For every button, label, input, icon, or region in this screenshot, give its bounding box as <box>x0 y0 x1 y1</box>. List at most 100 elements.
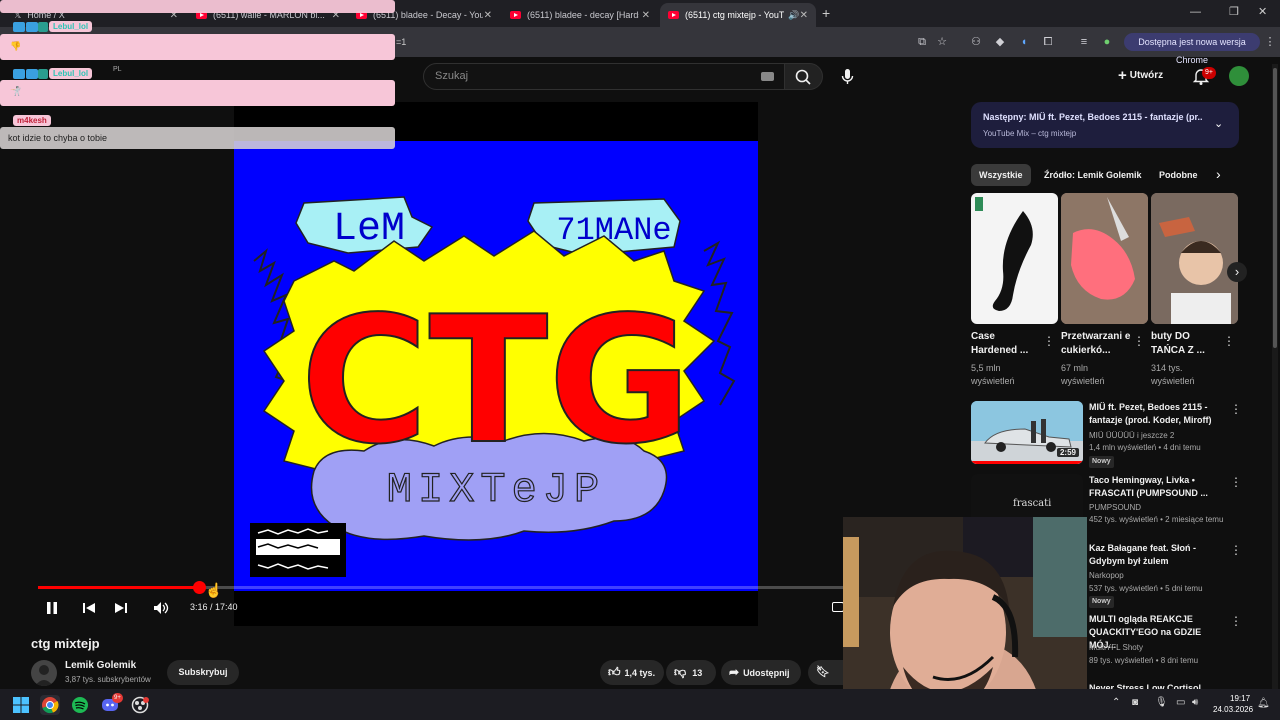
short-title[interactable]: Case Hardened ... <box>971 330 1041 358</box>
next-icon[interactable] <box>113 600 129 616</box>
save-button[interactable]: 🔖︎Za <box>808 660 844 702</box>
short-thumbnail[interactable] <box>1151 193 1238 324</box>
chat-username: Lebul_lol <box>49 68 93 79</box>
search-input[interactable]: Szukaj <box>423 63 785 90</box>
video-title[interactable]: Taco Hemingway, Livka • FRASCATI (PUMPSO… <box>1089 474 1219 500</box>
chrome-update-button[interactable]: Dostępna jest nowa wersja Chrome <box>1124 33 1260 65</box>
video-meta: 452 tys. wyświetleń • 2 miesiące temu <box>1089 515 1224 524</box>
channel-name[interactable]: Lemik Golemik <box>65 660 136 671</box>
view-label: wyświetleń <box>1061 376 1105 386</box>
address-bar-text[interactable]: =1 <box>396 37 406 47</box>
channel-avatar[interactable] <box>31 660 57 686</box>
chat-badge-icon <box>26 69 38 79</box>
keyboard-icon[interactable] <box>761 72 774 81</box>
youtube-icon <box>510 11 521 19</box>
video-title: ctg mixtejp <box>31 636 100 651</box>
media-control-icon[interactable]: ≡ <box>1076 34 1092 50</box>
maximize-button[interactable]: ❐ <box>1229 5 1239 18</box>
short-views: 67 mln wyświetleń <box>1061 362 1131 388</box>
video-title[interactable]: MIÜ ft. Pezet, Bedoes 2115 - fantazje (p… <box>1089 401 1219 427</box>
extension-icon[interactable]: ◆ <box>992 34 1008 50</box>
clock-date[interactable]: 24.03.2026 <box>1213 705 1253 714</box>
thumbs-down-icon: 👎︎ <box>674 665 687 679</box>
dislike-button[interactable]: 👎︎ 13 <box>666 660 716 685</box>
short-title[interactable]: buty DO TAŃCA Z ... <box>1151 330 1221 358</box>
close-icon[interactable]: ✕ <box>642 10 650 21</box>
more-options-icon[interactable]: ⋮ <box>1230 402 1242 416</box>
spotify-taskbar-icon[interactable] <box>70 695 90 715</box>
like-button[interactable]: 👍︎ 1,4 tys. <box>600 660 664 685</box>
volume-tray-icon[interactable]: 🔊︎ <box>1192 697 1198 708</box>
chat-badge-icon <box>26 22 38 32</box>
tab-5-active[interactable]: (6511) ctg mixtejp - YouTube 🔊 ✕ <box>660 3 816 27</box>
chip-all[interactable]: Wszystkie <box>971 164 1031 186</box>
more-options-icon[interactable]: ⋮ <box>1043 334 1055 348</box>
bookmark-star-icon[interactable]: ☆ <box>934 34 950 50</box>
chat-username: Lebul_lol <box>49 21 93 32</box>
seek-bar[interactable] <box>38 581 844 594</box>
discord-tray-icon[interactable]: ◙ <box>1132 697 1138 708</box>
close-icon[interactable]: ✕ <box>800 10 808 21</box>
channel-name[interactable]: MIÜ ÜÜÜÜÜ i jeszcze 2 <box>1089 430 1234 442</box>
chevron-right-icon[interactable]: › <box>1216 166 1221 182</box>
tab-4[interactable]: (6511) bladee - decay [Hardstyl ✕ <box>502 3 658 27</box>
install-app-icon[interactable]: ⧉ <box>914 34 930 50</box>
profile-icon[interactable]: ● <box>1099 34 1115 50</box>
chip-related[interactable]: Podobne <box>1151 164 1206 186</box>
short-thumbnail[interactable] <box>971 193 1058 324</box>
channel-name[interactable]: MultiYFL Shoty <box>1089 642 1234 654</box>
more-options-icon[interactable]: ⋮ <box>1230 543 1242 557</box>
chat-message-bg <box>0 0 395 13</box>
short-thumbnail[interactable] <box>1061 193 1148 324</box>
monitor-tray-icon[interactable]: ▭ <box>1176 697 1185 708</box>
like-count: 1,4 tys. <box>624 668 656 678</box>
thumbs-up-icon: 👍︎ <box>608 665 621 679</box>
account-avatar[interactable] <box>1229 66 1249 86</box>
extension-icon[interactable]: ⚇ <box>968 34 984 50</box>
more-options-icon[interactable]: ⋮ <box>1223 334 1235 348</box>
clock-time[interactable]: 19:17 <box>1230 694 1250 703</box>
video-thumbnail[interactable]: 2:59 <box>971 401 1083 464</box>
microphone-tray-icon[interactable]: 🎙︎ <box>1155 697 1168 708</box>
channel-name[interactable]: Narkopop <box>1089 570 1234 582</box>
scrollbar-thumb[interactable] <box>1273 68 1277 348</box>
new-tab-button[interactable]: + <box>822 5 830 21</box>
previous-icon[interactable] <box>81 600 97 616</box>
voice-search-button[interactable] <box>834 63 861 90</box>
more-options-icon[interactable]: ⋮ <box>1230 614 1242 628</box>
extension-icon[interactable]: ◖ <box>1016 34 1032 50</box>
short-title[interactable]: Przetwarzani e cukierkó... <box>1061 330 1131 358</box>
shorts-next-button[interactable]: › <box>1227 262 1247 282</box>
video-title[interactable]: Kaz Bałagane feat. Słoń - Gdybym był żul… <box>1089 542 1219 568</box>
extensions-puzzle-icon[interactable]: ⧠ <box>1040 34 1056 50</box>
more-options-icon[interactable]: ⋮ <box>1133 334 1145 348</box>
tray-overflow-icon[interactable]: ⌃ <box>1112 697 1120 708</box>
chip-source[interactable]: Źródło: Lemik Golemik <box>1036 164 1150 186</box>
menu-dots-icon[interactable]: ⋮ <box>1262 34 1278 50</box>
video-meta: 89 tys. wyświetleń • 8 dni temu <box>1089 656 1199 665</box>
seek-bar-played <box>38 586 200 589</box>
thumbnail-logo: frascati <box>1013 498 1052 509</box>
channel-name[interactable]: PUMPSOUND <box>1089 502 1234 514</box>
up-next-panel[interactable] <box>971 102 1239 148</box>
windows-start-icon[interactable] <box>11 695 31 715</box>
create-button[interactable]: + Utwórz <box>1118 64 1178 88</box>
chrome-taskbar-icon[interactable] <box>40 695 60 715</box>
subscribe-button[interactable]: Subskrybuj <box>167 660 239 685</box>
share-button[interactable]: ➦ Udostępnij <box>721 660 801 685</box>
search-button[interactable] <box>784 63 823 90</box>
more-options-icon[interactable]: ⋮ <box>1230 475 1242 489</box>
close-icon[interactable]: ✕ <box>484 10 492 21</box>
close-window-button[interactable]: ✕ <box>1258 5 1267 18</box>
notification-bell-icon[interactable]: 🔔︎ <box>1257 698 1270 709</box>
speaker-icon[interactable]: 🔊 <box>788 10 799 21</box>
minimize-button[interactable]: — <box>1190 6 1201 18</box>
microphone-icon <box>841 69 854 84</box>
chevron-down-icon[interactable]: ⌄ <box>1214 117 1223 130</box>
chat-badge-icon <box>13 22 25 32</box>
volume-icon[interactable] <box>153 600 169 616</box>
subscriber-count: 3,87 tys. subskrybentów <box>65 675 151 684</box>
bookmark-icon: 🔖︎ <box>816 666 830 678</box>
pause-icon[interactable] <box>44 600 60 616</box>
person-image <box>1151 193 1238 324</box>
